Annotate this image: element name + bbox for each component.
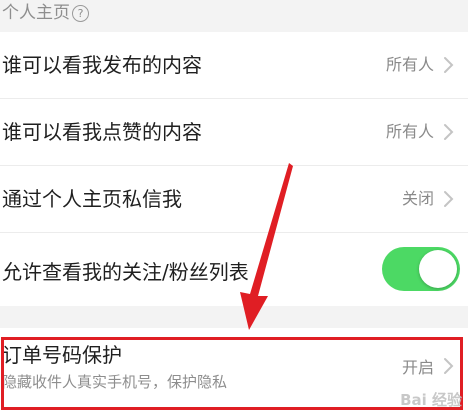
row-value: 所有人: [385, 122, 434, 141]
section-gap: [0, 306, 468, 328]
row-who-can-see-posts[interactable]: 谁可以看我发布的内容 所有人: [0, 32, 468, 98]
help-icon[interactable]: ?: [72, 5, 89, 22]
chevron-right-icon: [444, 191, 454, 207]
row-who-can-see-likes[interactable]: 谁可以看我点赞的内容 所有人: [0, 99, 468, 165]
privacy-settings-page: 个人主页 ? 谁可以看我发布的内容 所有人 谁可以看我点赞的内容 所有人 通过个…: [0, 0, 468, 414]
row-label: 通过个人主页私信我: [2, 187, 182, 211]
row-private-message[interactable]: 通过个人主页私信我 关闭: [0, 166, 468, 232]
section-header: 个人主页 ?: [0, 0, 468, 32]
highlight-box: [1, 337, 463, 410]
chevron-right-icon: [444, 124, 454, 140]
row-value: 关闭: [401, 189, 434, 208]
row-label: 谁可以看我点赞的内容: [2, 120, 202, 144]
watermark: Bai 经验: [400, 391, 462, 409]
chevron-right-icon: [444, 57, 454, 73]
toggle-knob: [419, 250, 457, 288]
row-value: 所有人: [385, 55, 434, 74]
section-title: 个人主页: [2, 3, 70, 23]
follow-list-toggle[interactable]: [382, 247, 460, 291]
row-label: 允许查看我的关注/粉丝列表: [2, 260, 249, 284]
row-label: 谁可以看我发布的内容: [2, 53, 202, 77]
